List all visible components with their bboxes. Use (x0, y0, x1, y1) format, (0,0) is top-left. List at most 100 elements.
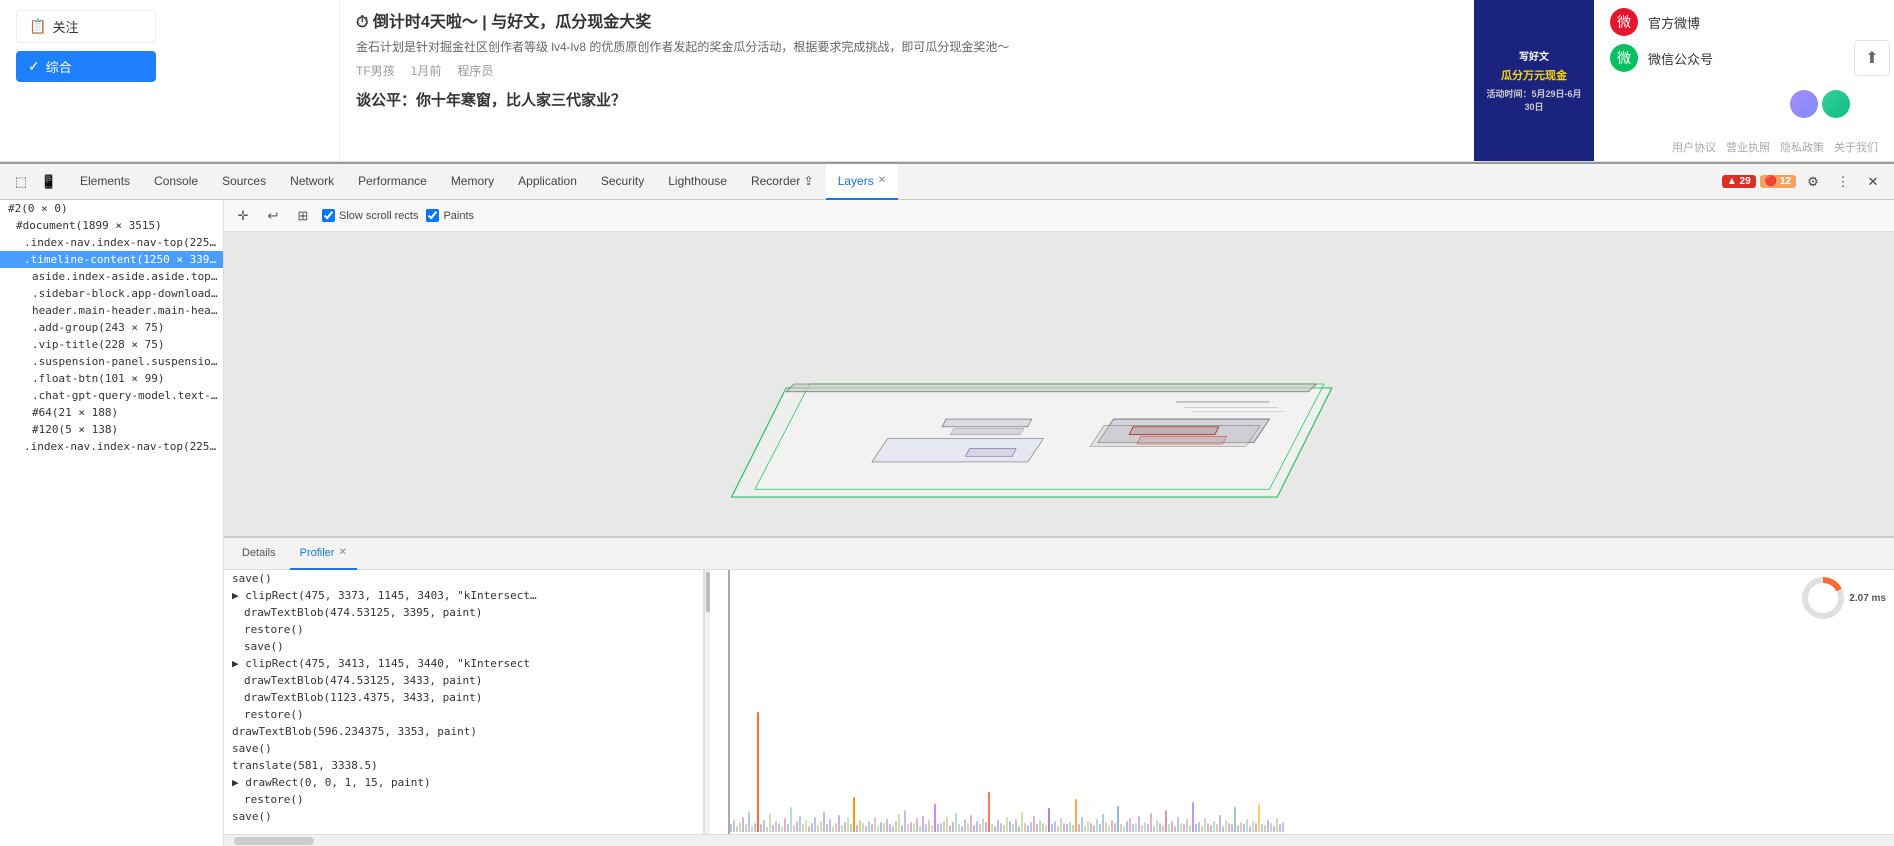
tree-item-header[interactable]: header.main-header.main-header(19… (0, 302, 223, 319)
tab-lighthouse[interactable]: Lighthouse (656, 164, 739, 200)
tree-item-float-btn[interactable]: .float-btn(101 × 99) (0, 370, 223, 387)
profiler-drawtextblob-1[interactable]: drawTextBlob(474.53125, 3395, paint) (224, 604, 703, 621)
timeline-bar (892, 826, 894, 832)
timeline-bar (802, 824, 804, 832)
tab-application[interactable]: Application (506, 164, 589, 200)
profiler-restore-1[interactable]: restore() (224, 621, 703, 638)
page-content: 📋 关注 ✓ 综合 ⏱ 倒计时4天啦～ | 与好文，瓜分现金大奖 金石计划是针对… (0, 0, 1894, 162)
tree-item-timeline-content[interactable]: .timeline-content(1250 × 3390) (0, 251, 223, 268)
article-meta: TF男孩 1月前 程序员 (356, 62, 1458, 79)
tab-profiler-label: Profiler (300, 547, 335, 559)
tab-details[interactable]: Details (232, 538, 286, 570)
layers-main: ✛ ↩ ⊞ Slow scroll rects Paints (224, 200, 1894, 846)
timeline-bar (910, 822, 912, 832)
profiler-restore-3[interactable]: restore() (224, 791, 703, 808)
bottom-panel-tabs: Details Profiler ✕ (224, 538, 1894, 570)
footer-link-terms[interactable]: 用户协议 (1672, 139, 1716, 155)
paints-label[interactable]: Paints (426, 209, 474, 222)
profiler-save-4[interactable]: save() (224, 808, 703, 825)
profiler-cliprect-1[interactable]: ▶ clipRect(475, 3373, 1145, 3403, "kInte… (224, 587, 703, 604)
tree-item-sidebar[interactable]: .sidebar-block.app-download-sideba… (0, 285, 223, 302)
tab-console[interactable]: Console (142, 164, 210, 200)
close-devtools-button[interactable]: ✕ (1860, 169, 1886, 195)
reset-transform-button[interactable]: ⊞ (292, 205, 314, 227)
profiler-drawtextblob-2[interactable]: drawTextBlob(474.53125, 3433, paint) (224, 672, 703, 689)
tab-elements[interactable]: Elements (68, 164, 142, 200)
footer-link-about[interactable]: 关于我们 (1834, 139, 1878, 155)
layers-3d-viewport[interactable] (224, 232, 1894, 536)
brain-icons-area (1790, 90, 1850, 118)
profiler-bottom-scrollbar[interactable] (224, 834, 1894, 846)
tab-memory[interactable]: Memory (439, 164, 506, 200)
upload-icon[interactable]: ⬆ (1854, 40, 1890, 76)
more-options-button[interactable]: ⋮ (1830, 169, 1856, 195)
profiler-save-2[interactable]: save() (224, 638, 703, 655)
timeline-bar (925, 824, 927, 832)
timeline-bar (754, 823, 756, 832)
footer-link-privacy[interactable]: 隐私政策 (1780, 139, 1824, 155)
tab-sources[interactable]: Sources (210, 164, 278, 200)
tree-item-index-nav-top-2[interactable]: .index-nav.index-nav-top(225 × 586) (0, 438, 223, 455)
footer-link-license[interactable]: 营业执照 (1726, 139, 1770, 155)
tree-item-chat-gpt[interactable]: .chat-gpt-query-model.text-base(664… (0, 387, 223, 404)
weibo-social-item: 微 官方微博 (1610, 8, 1878, 36)
profiler-restore-2[interactable]: restore() (224, 706, 703, 723)
layers-tree[interactable]: #2(0 × 0) #document(1899 × 3515) .index-… (0, 200, 224, 846)
wechat-label: 微信公众号 (1648, 49, 1713, 68)
timeline-bar (1192, 802, 1194, 832)
tree-item-120[interactable]: #120(5 × 138) (0, 421, 223, 438)
tree-item-aside[interactable]: aside.index-aside.aside.top(326 × 13… (0, 268, 223, 285)
tree-item-suspension-panel[interactable]: .suspension-panel.suspension-panel(… (0, 353, 223, 370)
timeline-bar (1099, 824, 1101, 832)
timeline-bar (1087, 821, 1089, 832)
tab-recorder[interactable]: Recorder ⇪ (739, 164, 826, 200)
tree-item-document[interactable]: #document(1899 × 3515) (0, 217, 223, 234)
tab-layers-close[interactable]: ✕ (878, 175, 886, 186)
profiler-drawrect[interactable]: ▶ drawRect(0, 0, 1, 15, paint) (224, 774, 703, 791)
timeline-bar (1150, 813, 1152, 832)
inspect-element-button[interactable]: ⬚ (8, 169, 34, 195)
tree-item-index-nav-top[interactable]: .index-nav.index-nav-top(225 × 138) (0, 234, 223, 251)
follow-button[interactable]: 📋 关注 (16, 10, 156, 43)
tree-item-64[interactable]: #64(21 × 188) (0, 404, 223, 421)
tab-network[interactable]: Network (278, 164, 346, 200)
device-toolbar-button[interactable]: 📱 (36, 169, 62, 195)
timeline-bar (1207, 823, 1209, 832)
pan-tool-button[interactable]: ✛ (232, 205, 254, 227)
tab-layers[interactable]: Layers ✕ (826, 164, 898, 200)
weibo-icon: 微 (1610, 8, 1638, 36)
timeline-bar (1132, 824, 1134, 832)
profiler-drawtextblob-4[interactable]: drawTextBlob(596.234375, 3353, paint) (224, 723, 703, 740)
settings-button[interactable]: ⚙ (1800, 169, 1826, 195)
rotate-tool-button[interactable]: ↩ (262, 205, 284, 227)
timeline-bar (1165, 810, 1167, 832)
profiler-translate[interactable]: translate(581, 3338.5) (224, 757, 703, 774)
tree-item-vip-title[interactable]: .vip-title(228 × 75) (0, 336, 223, 353)
slow-scroll-rects-label[interactable]: Slow scroll rects (322, 209, 418, 222)
timeline-bar (943, 821, 945, 832)
profiler-timeline[interactable]: 2.07 ms (710, 570, 1894, 834)
tab-performance[interactable]: Performance (346, 164, 439, 200)
profiler-save-1[interactable]: save() (224, 570, 703, 587)
paints-checkbox[interactable] (426, 209, 439, 222)
timeline-bar (1096, 819, 1098, 832)
timeline-bar (805, 820, 807, 832)
tree-item-root[interactable]: #2(0 × 0) (0, 200, 223, 217)
tab-profiler[interactable]: Profiler ✕ (290, 538, 357, 570)
timeline-bar (1057, 826, 1059, 832)
timeline-bar (1255, 823, 1257, 832)
timeline-bar (898, 814, 900, 832)
slow-scroll-rects-checkbox[interactable] (322, 209, 335, 222)
profiler-save-3[interactable]: save() (224, 740, 703, 757)
profiler-drawtextblob-3[interactable]: drawTextBlob(1123.4375, 3433, paint) (224, 689, 703, 706)
profiler-cliprect-2[interactable]: ▶ clipRect(475, 3413, 1145, 3440, "kInte… (224, 655, 703, 672)
bottom-panel-content: save() ▶ clipRect(475, 3373, 1145, 3403,… (224, 570, 1894, 834)
tree-item-add-group[interactable]: .add-group(243 × 75) (0, 319, 223, 336)
profiler-command-list[interactable]: save() ▶ clipRect(475, 3373, 1145, 3403,… (224, 570, 704, 834)
tab-profiler-close[interactable]: ✕ (338, 547, 346, 558)
timeline-bar (1012, 824, 1014, 832)
comprehensive-button[interactable]: ✓ 综合 (16, 51, 156, 82)
timeline-bar-peak (757, 712, 759, 832)
tab-security[interactable]: Security (589, 164, 656, 200)
timeline-bar (808, 826, 810, 832)
